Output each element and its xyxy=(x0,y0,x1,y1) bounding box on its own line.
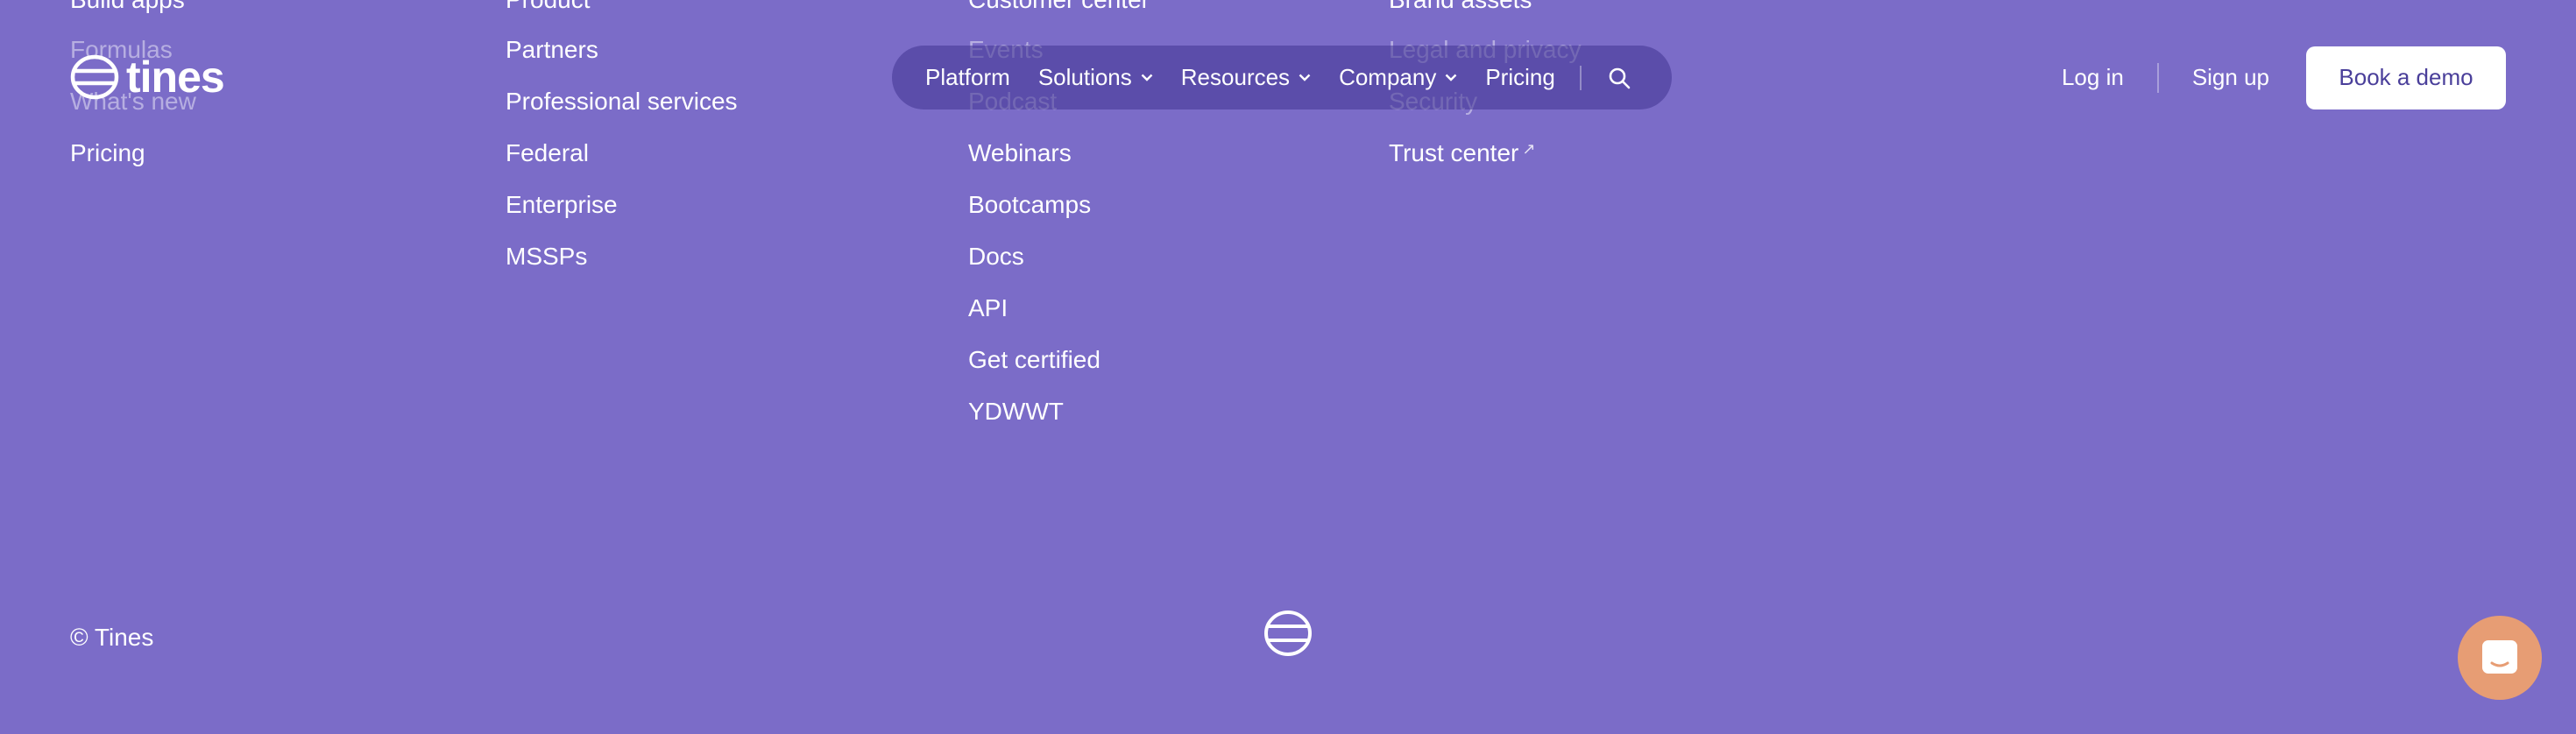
tines-logo-icon xyxy=(70,54,119,100)
chat-icon xyxy=(2482,640,2517,674)
nav-pricing-label: Pricing xyxy=(1485,64,1555,90)
signup-link[interactable]: Sign up xyxy=(2192,64,2269,91)
nav-pricing[interactable]: Pricing xyxy=(1485,64,1554,91)
external-link-icon: ↗ xyxy=(1522,140,1536,158)
footer-logo[interactable] xyxy=(1263,609,1313,662)
footer-link-trust-center[interactable]: Trust center ↗ xyxy=(1389,141,1535,166)
login-link[interactable]: Log in xyxy=(2062,64,2124,91)
chat-launcher-button[interactable] xyxy=(2458,616,2542,700)
chevron-down-icon xyxy=(1445,74,1457,81)
book-demo-button[interactable]: Book a demo xyxy=(2306,46,2506,109)
nav-platform[interactable]: Platform xyxy=(925,64,1010,91)
footer-link-trust-center-label: Trust center xyxy=(1389,139,1519,166)
nav-solutions-label: Solutions xyxy=(1037,64,1132,90)
nav-platform-label: Platform xyxy=(925,64,1010,90)
footer-link-pricing[interactable]: Pricing xyxy=(70,141,145,166)
nav-solutions[interactable]: Solutions xyxy=(1038,64,1153,91)
footer-link-mssps[interactable]: MSSPs xyxy=(506,244,587,269)
footer-link-partners[interactable]: Partners xyxy=(506,38,598,62)
chevron-down-icon xyxy=(1299,74,1311,81)
footer-link-enterprise[interactable]: Enterprise xyxy=(506,193,618,217)
footer-link-federal[interactable]: Federal xyxy=(506,141,589,166)
copyright-text: © Tines xyxy=(70,624,154,651)
nav-company[interactable]: Company xyxy=(1339,64,1457,91)
main-nav: Platform Solutions Resources Company Pri… xyxy=(892,46,1672,109)
tines-logo-icon xyxy=(1264,610,1312,656)
footer-link-get-certified[interactable]: Get certified xyxy=(968,348,1100,372)
nav-divider xyxy=(1579,65,1582,90)
header-divider xyxy=(2156,62,2159,93)
footer-link-product[interactable]: Product xyxy=(506,0,591,12)
logo-wordmark: tines xyxy=(126,53,225,102)
footer-link-docs[interactable]: Docs xyxy=(968,244,1024,269)
footer-link-api[interactable]: API xyxy=(968,296,1008,321)
tines-logo[interactable]: tines xyxy=(70,53,225,102)
footer-link-bootcamps[interactable]: Bootcamps xyxy=(968,193,1091,217)
nav-company-label: Company xyxy=(1339,64,1437,90)
footer-link-webinars[interactable]: Webinars xyxy=(968,141,1072,166)
nav-resources[interactable]: Resources xyxy=(1181,64,1311,91)
header-actions: Log in Sign up Book a demo xyxy=(2062,46,2506,109)
footer-link-build-apps[interactable]: Build apps xyxy=(70,0,185,12)
nav-resources-label: Resources xyxy=(1180,64,1291,90)
footer-link-brand-assets[interactable]: Brand assets xyxy=(1389,0,1532,12)
chevron-down-icon xyxy=(1141,74,1153,81)
search-button[interactable] xyxy=(1608,67,1631,89)
search-icon xyxy=(1609,67,1631,88)
footer-link-professional-services[interactable]: Professional services xyxy=(506,89,738,114)
footer-link-ydwwt[interactable]: YDWWT xyxy=(968,399,1064,424)
footer-link-customer-center[interactable]: Customer center xyxy=(968,0,1150,12)
